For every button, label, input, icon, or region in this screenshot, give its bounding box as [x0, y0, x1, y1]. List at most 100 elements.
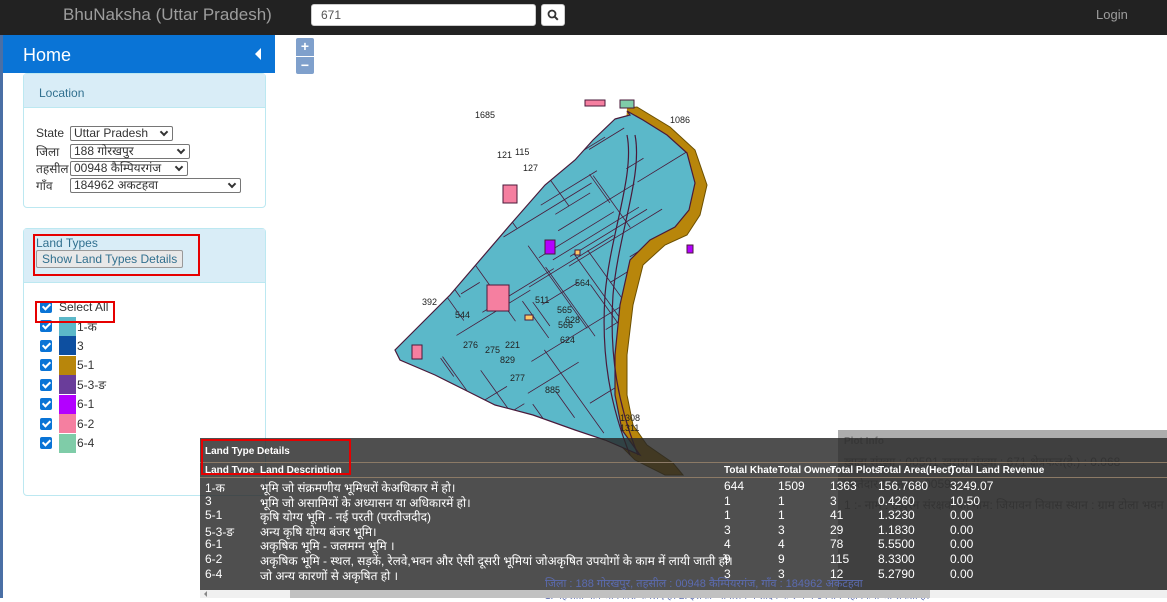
- land-type-color-swatch: [59, 394, 76, 414]
- plot-number-label[interactable]: 115: [515, 147, 529, 157]
- parcel-6-2: [486, 284, 510, 312]
- village-select[interactable]: 184962 अकटहवा: [70, 177, 241, 193]
- parcel-6-2: [411, 344, 423, 360]
- plot-number-label[interactable]: 829: [500, 355, 515, 365]
- plot-number-label[interactable]: 392: [422, 297, 437, 307]
- land-type-color-swatch: [59, 355, 76, 375]
- plot-number-label[interactable]: 624: [560, 335, 575, 345]
- land-type-checkbox[interactable]: [40, 437, 52, 450]
- table-cell-khate: 1: [724, 493, 731, 508]
- home-label: Home: [23, 45, 72, 65]
- parcel-5-1: [524, 314, 534, 321]
- caret-left-icon[interactable]: [255, 48, 261, 60]
- parcel-6-1: [686, 244, 694, 254]
- land-type-item[interactable]: 3: [40, 336, 265, 356]
- table-cell-type: 5-1: [205, 508, 223, 523]
- app-brand[interactable]: BhuNaksha (Uttar Pradesh): [63, 5, 272, 25]
- plot-number-label[interactable]: 1308: [620, 413, 640, 423]
- parcel-boundary: [442, 181, 468, 197]
- login-link[interactable]: Login: [1096, 7, 1128, 22]
- land-type-code: 6-4: [77, 436, 95, 451]
- district-select-value: 188 गोरखपुर: [74, 143, 134, 158]
- tehsil-select[interactable]: 00948 कैम्पियरगंज: [70, 160, 188, 176]
- land-type-code: 6-2: [77, 416, 95, 431]
- plot-number-label[interactable]: 275: [485, 345, 500, 355]
- land-type-item[interactable]: 5-1: [40, 355, 265, 376]
- plot-number-label[interactable]: 1685: [475, 110, 495, 120]
- tehsil-row: तहसील 00948 कैम्पियरगंज: [36, 160, 265, 176]
- plot-number-label[interactable]: 1086: [670, 115, 690, 125]
- table-cell-type: 6-2: [205, 552, 223, 566]
- table-cell-revenue: 0.00: [950, 552, 974, 566]
- parcel-boundary: [674, 293, 695, 321]
- zoom-in-button[interactable]: +: [296, 38, 314, 56]
- plot-number-label[interactable]: 544: [455, 310, 470, 320]
- parcel-boundary: [478, 200, 498, 227]
- plot-number-label[interactable]: 885: [545, 385, 560, 395]
- table-cell-area: 1.3230: [878, 508, 915, 523]
- plot-number-label[interactable]: 511: [535, 295, 549, 305]
- plot-number-label[interactable]: 121: [497, 150, 512, 160]
- table-cell-type: 6-1: [205, 537, 223, 552]
- scroll-left-arrow-icon[interactable]: [204, 591, 207, 597]
- table-cell-plots: 1363: [830, 479, 857, 493]
- table-cell-revenue: 0.00: [950, 522, 974, 537]
- table-cell-revenue: 3249.07: [950, 479, 994, 493]
- state-row: State Uttar Pradesh: [36, 125, 265, 141]
- state-select[interactable]: Uttar Pradesh: [70, 125, 173, 141]
- search-button[interactable]: [541, 4, 565, 26]
- parcel-5-1: [574, 249, 581, 256]
- parcel-boundary: [419, 185, 513, 244]
- plot-number-label[interactable]: 566: [558, 320, 573, 330]
- highlight-box: [201, 439, 351, 475]
- col-header-total-owner: Total Owner: [778, 465, 836, 476]
- land-type-checkbox[interactable]: [40, 339, 52, 352]
- plot-number-label[interactable]: 564: [575, 278, 590, 288]
- plot-number-label[interactable]: 565: [557, 305, 572, 315]
- table-cell-area: 5.5500: [878, 537, 915, 552]
- land-type-checkbox[interactable]: [40, 417, 52, 430]
- plot-search-input[interactable]: 671: [311, 4, 536, 26]
- plot-number-label[interactable]: 221: [505, 340, 520, 350]
- highlight-box: [35, 301, 115, 323]
- chevron-down-icon: [159, 127, 169, 136]
- parcel-boundary: [479, 403, 525, 432]
- table-cell-khate: 9: [724, 552, 731, 566]
- col-header-total-area: Total Area(Hect): [878, 465, 955, 476]
- plot-number-label[interactable]: 1311: [620, 423, 639, 433]
- village-row: गाँव 184962 अकटहवा: [36, 177, 265, 193]
- land-type-checkbox[interactable]: [40, 398, 52, 411]
- search-icon: [547, 9, 559, 21]
- table-cell-revenue: 0.00: [950, 537, 974, 552]
- land-type-item[interactable]: 5-3-ङ: [40, 375, 265, 395]
- col-header-total-khate: Total Khate: [724, 465, 778, 476]
- land-type-code: 6-1: [77, 397, 95, 412]
- plot-number-label[interactable]: 277: [510, 373, 525, 383]
- district-label: जिला: [36, 144, 60, 159]
- col-header-total-plots: Total Plots: [830, 465, 881, 476]
- land-type-code: 3: [77, 338, 84, 353]
- district-select[interactable]: 188 गोरखपुर: [70, 143, 190, 159]
- plot-number-label[interactable]: 127: [523, 163, 538, 173]
- table-cell-khate: 1: [724, 508, 731, 523]
- table-cell-owner: 3: [778, 522, 785, 537]
- parcel-boundary: [497, 111, 572, 135]
- table-cell-plots: 78: [830, 537, 844, 552]
- land-type-checkbox[interactable]: [40, 378, 52, 391]
- land-type-color-swatch: [59, 336, 76, 356]
- land-type-item[interactable]: 6-1: [40, 394, 265, 415]
- zoom-out-button[interactable]: −: [296, 56, 314, 74]
- parcel-6-4: [619, 99, 635, 109]
- land-type-color-swatch: [59, 375, 76, 395]
- parcel-boundary: [422, 214, 463, 240]
- table-cell-desc: जो अन्य कारणों से अकृषित हो ।: [260, 568, 399, 583]
- horizontal-scrollbar[interactable]: [200, 590, 1167, 598]
- village-polygon: [394, 110, 696, 457]
- plot-number-label[interactable]: 276: [463, 340, 478, 350]
- home-bar[interactable]: Home: [3, 35, 275, 73]
- scrollbar-thumb[interactable]: [290, 590, 930, 598]
- table-cell-area: 5.2790: [878, 566, 915, 581]
- land-type-checkbox[interactable]: [40, 359, 52, 372]
- land-type-item[interactable]: 6-2: [40, 414, 265, 434]
- parcel-boundary: [653, 373, 695, 429]
